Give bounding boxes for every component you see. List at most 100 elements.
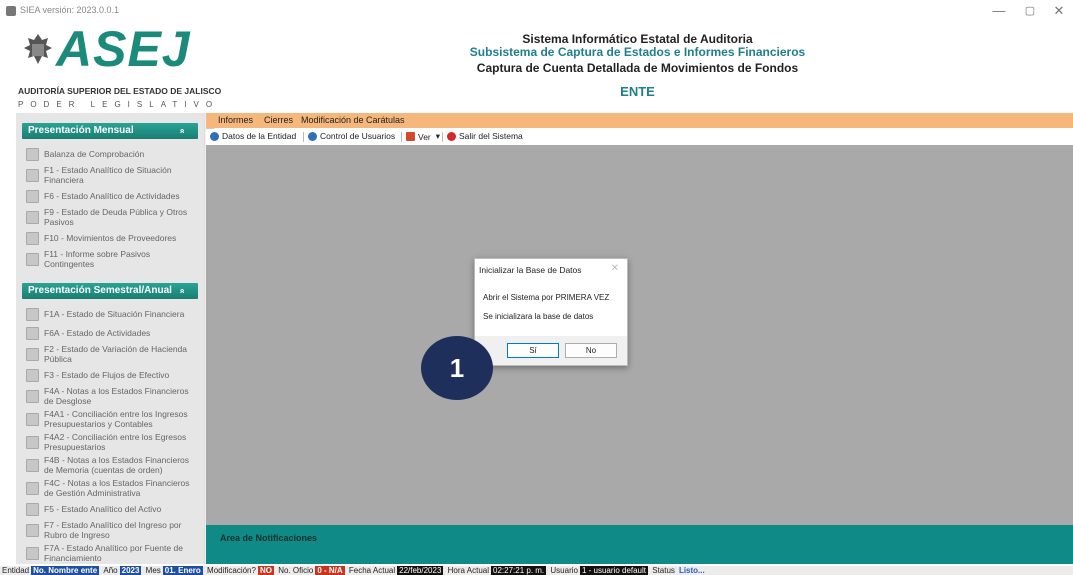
notification-area: Area de Notificaciones <box>206 525 1073 564</box>
sidebar-item-label: F4C - Notas a los Estados Financieros de… <box>44 478 190 498</box>
sidebar-item-label: Balanza de Comprobación <box>44 148 145 159</box>
ver-dropdown[interactable]: Ver ▾ <box>406 131 440 142</box>
datos-entidad-button[interactable]: Datos de la Entidad <box>210 131 296 141</box>
status-status-label: Status <box>652 566 675 575</box>
status-fecha-value: 22/feb/2023 <box>397 566 444 575</box>
menu-modificacion-caratulas[interactable]: Modificación de Carátulas <box>301 115 405 125</box>
logo-tagline: PODER LEGISLATIVO <box>18 100 220 109</box>
sidebar-item-label: F4A1 - Conciliación entre los Ingresos P… <box>44 409 188 429</box>
section-header-semestral[interactable]: Presentación Semestral/Anual » <box>22 283 198 299</box>
report-icon <box>26 169 39 182</box>
sidebar-item[interactable]: F2 - Estado de Variación de Hacienda Púb… <box>16 343 204 366</box>
report-icon <box>26 232 39 245</box>
app-icon <box>6 6 16 16</box>
status-fecha-label: Fecha Actual <box>348 566 396 575</box>
report-icon <box>26 503 39 516</box>
sidebar-item[interactable]: F9 - Estado de Deuda Pública y Otros Pas… <box>16 206 204 229</box>
status-usuario-value: 1 - usuario default <box>579 566 649 575</box>
dialog-title: Inicializar la Base de Datos <box>479 265 582 275</box>
sidebar-item-label: F10 - Movimientos de Proveedores <box>44 232 177 243</box>
view-grid-icon <box>406 132 415 141</box>
status-mod-value: NO <box>257 566 274 575</box>
dropdown-arrow-icon: ▾ <box>435 131 441 141</box>
report-icon <box>26 413 39 426</box>
sidebar-item-label: F11 - Informe sobre Pasivos Contingentes <box>44 249 151 269</box>
sidebar-item-label: F7 - Estado Analítico del Ingreso por Ru… <box>44 520 182 540</box>
report-icon <box>26 436 39 449</box>
toolbar-separator <box>303 132 304 142</box>
chevron-up-icon[interactable]: » <box>173 128 189 133</box>
status-oficio-value: 0 - N/A <box>315 566 345 575</box>
notification-label: Area de Notificaciones <box>220 533 318 543</box>
sidebar-item[interactable]: F6A - Estado de Actividades <box>16 324 204 343</box>
exit-icon <box>447 131 456 141</box>
report-icon <box>26 390 39 403</box>
status-mes-label: Mes <box>145 566 161 575</box>
status-hora-label: Hora Actual <box>447 566 489 575</box>
report-icon <box>26 308 39 321</box>
dialog-close-icon[interactable]: ✕ <box>611 263 619 274</box>
sidebar-item-label: F1 - Estado Analítico de Situación Finan… <box>44 165 172 185</box>
report-icon <box>26 547 39 560</box>
status-bar: Entidad No. Nombre ente Año 2023 Mes 01. En… <box>0 566 1073 575</box>
menu-informes[interactable]: Informes <box>218 115 253 125</box>
status-entidad-label: Entidad <box>2 566 30 575</box>
header-title-2: Subsistema de Captura de Estados e Infor… <box>469 45 806 59</box>
sidebar-item[interactable]: F10 - Movimientos de Proveedores <box>16 229 204 248</box>
sidebar-item[interactable]: F7A - Estado Analítico por Fuente de Fin… <box>16 542 204 564</box>
sidebar-item-label: F1A - Estado de Situación Financiera <box>44 308 185 319</box>
chevron-up-icon[interactable]: » <box>173 288 189 293</box>
sidebar-item-label: F3 - Estado de Flujos de Efectivo <box>44 369 170 380</box>
status-anio-label: Año <box>103 566 118 575</box>
sidebar-item[interactable]: F4A1 - Conciliación entre los Ingresos P… <box>16 408 204 431</box>
header-title-3: Captura de Cuenta Detallada de Movimient… <box>476 61 799 75</box>
control-usuarios-button[interactable]: Control de Usuarios <box>308 131 395 141</box>
no-button[interactable]: No <box>565 343 617 358</box>
sidebar-item-label: F2 - Estado de Variación de Hacienda Púb… <box>44 344 188 364</box>
sidebar: Presentación Mensual » Balanza de Compro… <box>16 113 204 564</box>
report-icon <box>26 348 39 361</box>
close-button[interactable]: ✕ <box>1045 2 1073 20</box>
menubar: Informes Cierres Modificación de Carátul… <box>206 113 1073 128</box>
section-header-mensual[interactable]: Presentación Mensual » <box>22 123 198 139</box>
users-icon <box>308 131 317 141</box>
entity-icon <box>210 131 219 141</box>
sidebar-item-label: F5 - Estado Analítico del Activo <box>44 503 162 514</box>
maximize-button[interactable]: ▢ <box>1016 2 1044 20</box>
header-title-1: Sistema Informático Estatal de Auditoria <box>522 32 753 46</box>
report-icon <box>26 190 39 203</box>
sidebar-item-label: F4B - Notas a los Estados Financieros de… <box>44 455 190 475</box>
minimize-button[interactable]: — <box>985 2 1013 20</box>
dialog-message-2: Se inicializara la base de datos <box>483 312 594 321</box>
sidebar-item-label: F9 - Estado de Deuda Pública y Otros Pas… <box>44 207 188 227</box>
menu-cierres[interactable]: Cierres <box>264 115 293 125</box>
init-db-dialog: Inicializar la Base de Datos ✕ Abrir el … <box>474 258 628 366</box>
sidebar-item[interactable]: F1 - Estado Analítico de Situación Finan… <box>16 164 204 187</box>
status-oficio-label: No. Oficio <box>278 566 314 575</box>
sidebar-item[interactable]: F4C - Notas a los Estados Financieros de… <box>16 477 204 500</box>
salir-sistema-button[interactable]: Salir del Sistema <box>447 131 523 141</box>
app-header: ASEJ AUDITORÍA SUPERIOR DEL ESTADO DE JA… <box>0 21 1073 110</box>
step-badge: 1 <box>421 336 493 400</box>
yes-button[interactable]: Sí <box>507 343 559 358</box>
status-anio-value: 2023 <box>119 566 142 575</box>
sidebar-item[interactable]: F7 - Estado Analítico del Ingreso por Ru… <box>16 519 204 542</box>
report-icon <box>26 148 39 161</box>
sidebar-item[interactable]: Balanza de Comprobación <box>16 145 204 164</box>
toolbar-separator <box>401 132 402 142</box>
sidebar-item[interactable]: F11 - Informe sobre Pasivos Contingentes <box>16 248 204 271</box>
sidebar-item[interactable]: F4B - Notas a los Estados Financieros de… <box>16 454 204 477</box>
sidebar-item[interactable]: F5 - Estado Analítico del Activo <box>16 500 204 519</box>
sidebar-item[interactable]: F4A2 - Conciliación entre los Egresos Pr… <box>16 431 204 454</box>
status-status-value: Listo... <box>678 566 705 575</box>
workspace-area <box>206 145 1073 525</box>
dialog-message-1: Abrir el Sistema por PRIMERA VEZ <box>483 293 610 302</box>
sidebar-item[interactable]: F3 - Estado de Flujos de Efectivo <box>16 366 204 385</box>
sidebar-item-label: F7A - Estado Analítico por Fuente de Fin… <box>44 543 183 563</box>
sidebar-item[interactable]: F1A - Estado de Situación Financiera <box>16 305 204 324</box>
sidebar-item[interactable]: F4A - Notas a los Estados Financieros de… <box>16 385 204 408</box>
toolbar: Datos de la Entidad Control de Usuarios … <box>206 129 1073 145</box>
sidebar-item[interactable]: F6 - Estado Analítico de Actividades <box>16 187 204 206</box>
header-title-ente: ENTE <box>620 84 655 99</box>
status-mes-value: 01. Enero <box>162 566 203 575</box>
